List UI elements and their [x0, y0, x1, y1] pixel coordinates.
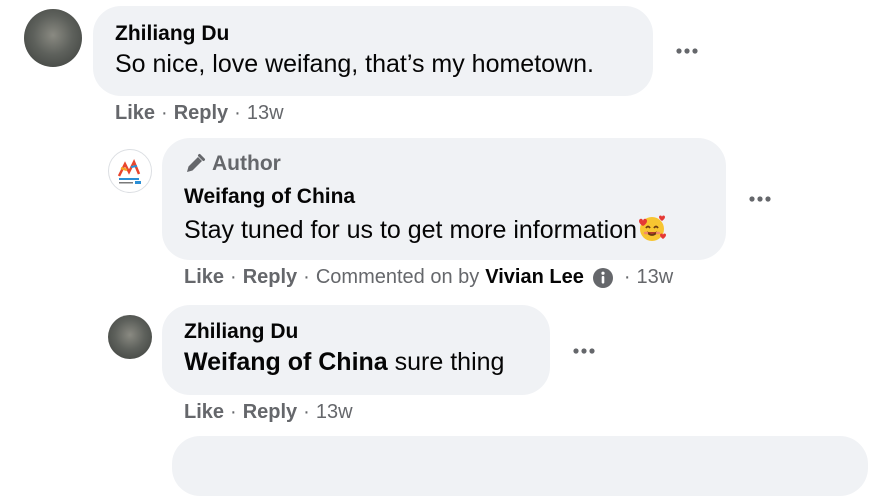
pencil-icon [187, 154, 205, 172]
author-badge-label: Author [212, 152, 281, 175]
comment-author-name[interactable]: Weifang of China [184, 185, 355, 209]
timestamp[interactable]: 13w [637, 266, 674, 289]
like-link[interactable]: Like [184, 266, 224, 289]
separator: · [161, 102, 168, 124]
more-options-icon[interactable] [674, 46, 702, 56]
separator: · [230, 401, 237, 423]
comment-actions: Like · Reply · 13w [115, 102, 284, 125]
smiling-face-with-hearts-icon [639, 215, 667, 241]
comment-text: Stay tuned for us to get more informatio… [184, 213, 667, 245]
comment-text-content: sure thing [387, 348, 505, 376]
timestamp[interactable]: 13w [316, 401, 353, 424]
like-link[interactable]: Like [115, 102, 155, 125]
commenter-name[interactable]: Vivian Lee [485, 266, 584, 289]
separator: · [303, 266, 310, 288]
comment-author-name[interactable]: Zhiliang Du [184, 320, 298, 344]
page-logo-avatar[interactable] [108, 149, 152, 193]
commented-on-by-label: Commented on by [315, 266, 480, 288]
author-badge: Author [184, 152, 281, 176]
reply-link[interactable]: Reply [243, 401, 297, 424]
separator: · [303, 401, 310, 423]
avatar[interactable] [108, 315, 152, 359]
mention-link[interactable]: Weifang of China [184, 348, 388, 376]
comment-text: Weifang of China sure thing [184, 348, 504, 377]
reply-link[interactable]: Reply [243, 266, 297, 289]
comment-actions: Like · Reply · Commented on by Vivian Le… [184, 266, 673, 289]
more-options-icon[interactable] [571, 346, 599, 356]
avatar[interactable] [24, 9, 82, 67]
comment-actions: Like · Reply · 13w [184, 401, 353, 424]
comment-text-content: Stay tuned for us to get more informatio… [184, 216, 638, 244]
reply-link[interactable]: Reply [174, 102, 228, 125]
logo-icon [117, 158, 141, 184]
timestamp[interactable]: 13w [247, 102, 284, 125]
like-link[interactable]: Like [184, 401, 224, 424]
more-options-icon[interactable] [747, 194, 775, 204]
separator: · [230, 266, 237, 288]
info-icon[interactable] [592, 267, 614, 289]
separator: · [623, 266, 631, 288]
comment-bubble [172, 436, 868, 496]
separator: · [234, 102, 241, 124]
comment-text: So nice, love weifang, that’s my hometow… [115, 50, 594, 78]
comment-author-name[interactable]: Zhiliang Du [115, 22, 229, 46]
